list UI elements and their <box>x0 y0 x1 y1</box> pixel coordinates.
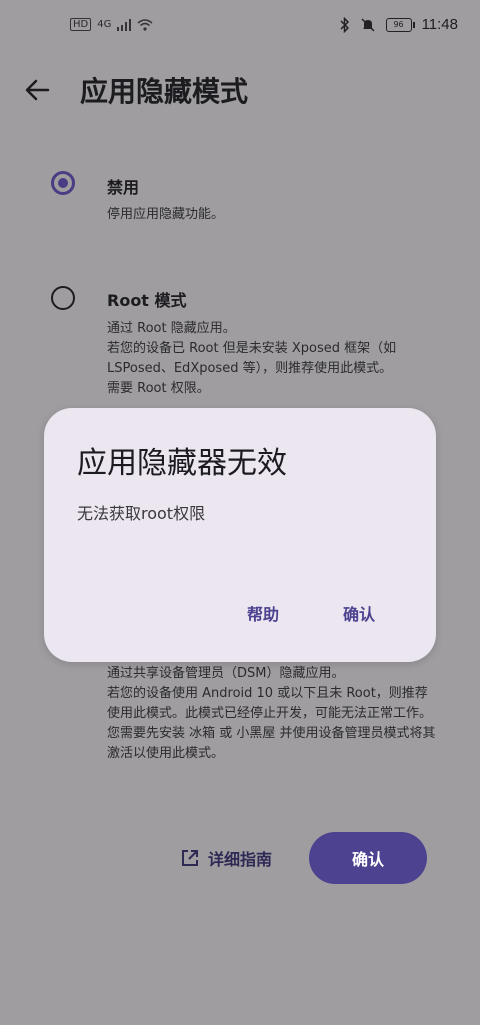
guide-label: 详细指南 <box>208 850 273 869</box>
screen: HD 4G 96 11:48 应用隐藏模式 禁用 停用应用隐藏功能。 Root … <box>0 0 480 1025</box>
dialog-title: 应用隐藏器无效 <box>77 446 287 481</box>
mute-bell-icon <box>361 17 375 32</box>
hd-indicator: HD <box>70 18 92 31</box>
radio-disabled-mode[interactable] <box>51 171 75 195</box>
network-indicator: 4G <box>97 19 112 30</box>
back-arrow-icon[interactable] <box>24 76 52 104</box>
option-desc-disabled: 停用应用隐藏功能。 <box>107 207 225 222</box>
wifi-icon <box>137 18 153 31</box>
battery-level: 96 <box>393 19 404 29</box>
clock: 11:48 <box>421 16 458 33</box>
external-link-icon <box>182 850 198 866</box>
option-title-disabled[interactable]: 禁用 <box>107 174 139 198</box>
error-dialog: 应用隐藏器无效 无法获取root权限 帮助 确认 <box>44 408 436 662</box>
status-left: HD 4G <box>70 18 153 31</box>
option-title-root[interactable]: Root 模式 <box>107 287 187 311</box>
bluetooth-icon <box>340 16 349 33</box>
page-title: 应用隐藏模式 <box>80 75 249 108</box>
dialog-ok-button[interactable]: 确认 <box>343 601 375 625</box>
status-bar: HD 4G 96 11:48 <box>0 0 480 56</box>
battery-icon: 96 <box>385 17 415 32</box>
dialog-message: 无法获取root权限 <box>77 504 206 523</box>
radio-root-mode[interactable] <box>51 286 75 310</box>
option-desc-root: 通过 Root 隐藏应用。 若您的设备已 Root 但是未安装 Xposed 框… <box>107 321 397 396</box>
confirm-button[interactable]: 确认 <box>309 832 427 884</box>
signal-icon <box>117 18 132 31</box>
dialog-help-button[interactable]: 帮助 <box>247 601 279 625</box>
status-right: 96 11:48 <box>340 16 458 33</box>
detailed-guide-link[interactable]: 详细指南 <box>180 846 272 870</box>
option-desc-dsm: 通过共享设备管理员（DSM）隐藏应用。 若您的设备使用 Android 10 或… <box>107 666 436 761</box>
